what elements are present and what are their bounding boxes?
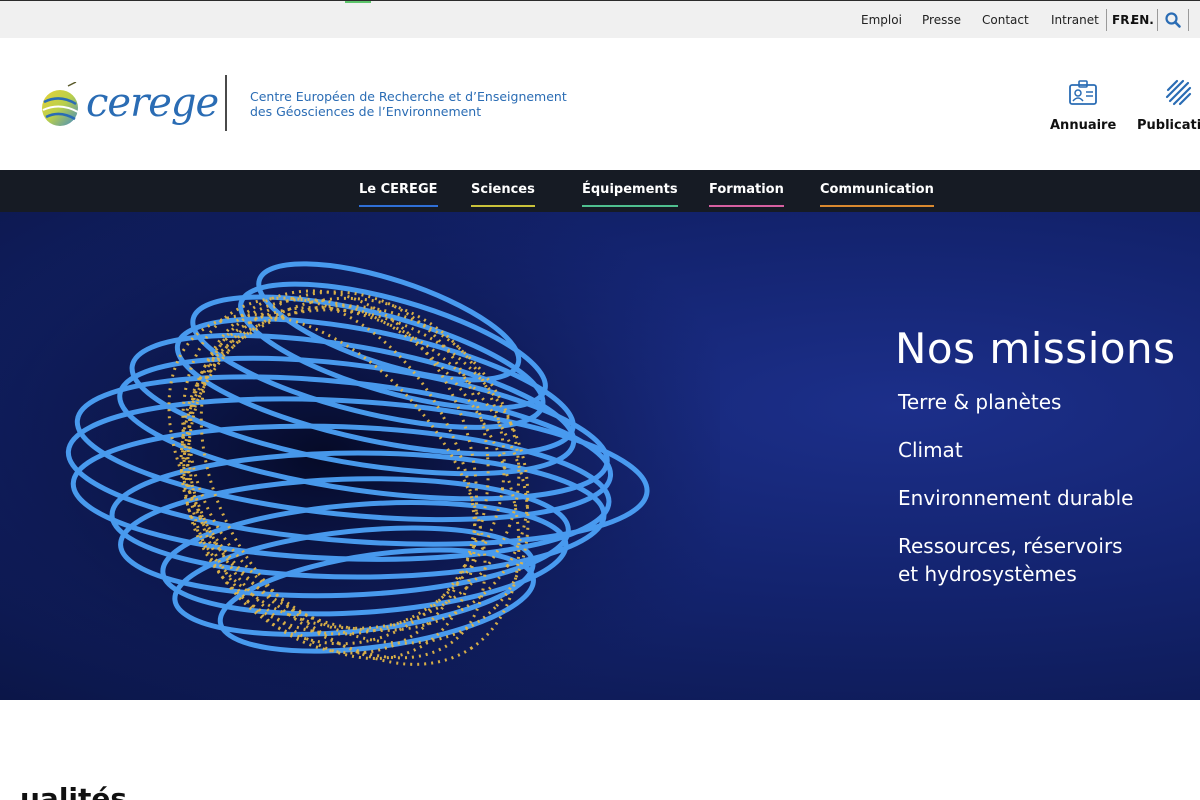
nav-item-sciences[interactable]: Sciences xyxy=(471,182,535,207)
language-en[interactable]: EN. xyxy=(1131,13,1154,27)
search-button[interactable] xyxy=(1163,10,1183,30)
loading-accent xyxy=(345,1,371,3)
nav-item-le-cerege[interactable]: Le CEREGE xyxy=(359,182,438,207)
utility-bar: Emploi Presse Contact Intranet FR. EN. xyxy=(0,0,1200,38)
utility-link-presse[interactable]: Presse xyxy=(922,13,961,27)
main-navigation: Le CEREGE Sciences Équipements Formation… xyxy=(0,170,1200,212)
globe-illustration xyxy=(0,212,720,700)
annuaire-link[interactable]: Annuaire xyxy=(1050,78,1116,133)
logo-wordmark: cerege xyxy=(86,80,219,126)
mission-label-line-2: et hydrosystèmes xyxy=(898,562,1077,586)
mission-label: Climat xyxy=(898,438,963,462)
mission-link-environnement-durable[interactable]: Environnement durable xyxy=(898,484,1133,512)
tagline-line-1: Centre Européen de Recherche et d’Enseig… xyxy=(250,89,567,104)
id-card-icon xyxy=(1069,80,1098,105)
globe-logo-icon xyxy=(42,82,79,126)
publications-label: Publicatio xyxy=(1137,118,1200,133)
nav-item-communication[interactable]: Communication xyxy=(820,182,934,207)
utility-link-emploi[interactable]: Emploi xyxy=(861,13,902,27)
search-icon xyxy=(1165,12,1181,28)
mission-label-line-1: Ressources, réservoirs xyxy=(898,534,1123,558)
utility-link-intranet[interactable]: Intranet xyxy=(1051,13,1099,27)
hero-title: Nos missions xyxy=(895,324,1176,373)
publications-link[interactable]: Publicatio xyxy=(1137,78,1200,133)
header-divider xyxy=(225,75,227,131)
mission-label: Environnement durable xyxy=(898,486,1134,510)
utility-link-contact[interactable]: Contact xyxy=(982,13,1029,27)
annuaire-label: Annuaire xyxy=(1050,118,1117,133)
cerege-logo[interactable]: cerege xyxy=(40,78,219,134)
mission-link-climat[interactable]: Climat xyxy=(898,436,963,464)
nav-item-equipements[interactable]: Équipements xyxy=(582,182,678,207)
tagline-line-2: des Géosciences de l’Environnement xyxy=(250,104,482,119)
mission-link-ressources[interactable]: Ressources, réservoirs et hydrosystèmes xyxy=(898,532,1123,588)
hero-banner: Nos missions Terre & planètes Climat Env… xyxy=(0,212,1200,700)
news-section-heading: ualités xyxy=(20,782,128,800)
nav-item-formation[interactable]: Formation xyxy=(709,182,784,207)
mission-link-terre-planetes[interactable]: Terre & planètes xyxy=(898,388,1061,416)
divider xyxy=(1157,9,1158,31)
site-header: cerege Centre Européen de Recherche et d… xyxy=(0,38,1200,170)
site-tagline: Centre Européen de Recherche et d’Enseig… xyxy=(250,89,567,119)
divider xyxy=(1188,9,1189,31)
divider xyxy=(1106,9,1107,31)
mission-label: Terre & planètes xyxy=(898,390,1062,414)
globe-lines-icon xyxy=(1165,79,1191,106)
